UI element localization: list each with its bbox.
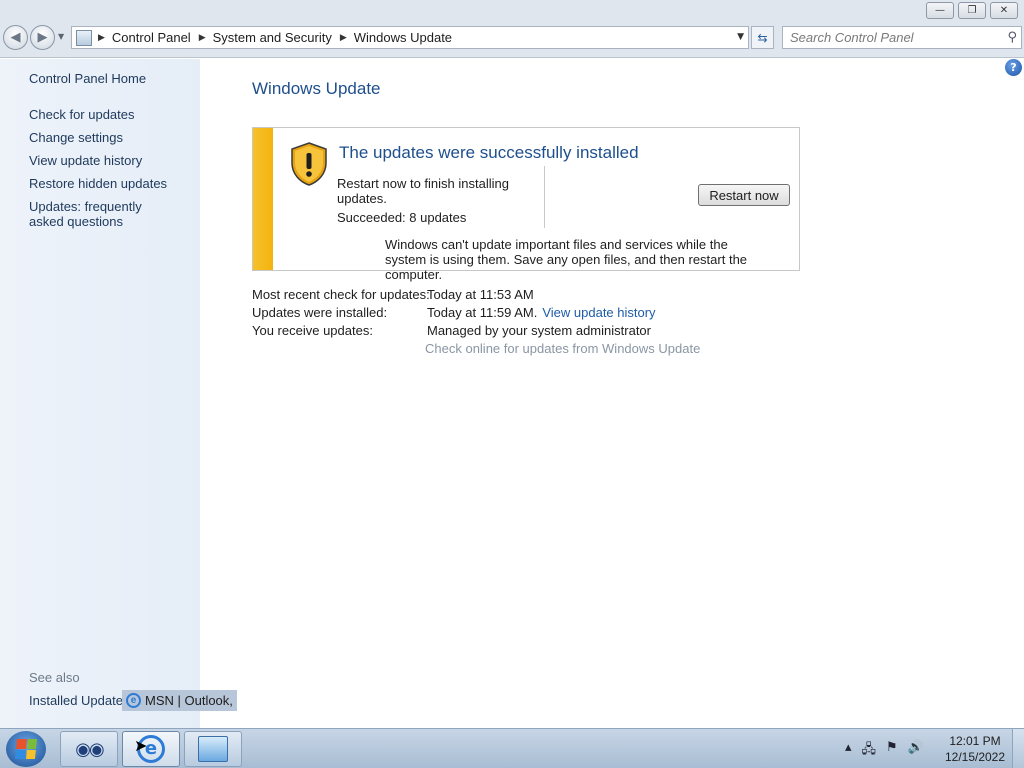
- network-icon[interactable]: 🖧: [862, 740, 877, 762]
- info-label-last-check: Most recent check for updates:: [252, 287, 430, 302]
- refresh-button[interactable]: ⇆: [751, 26, 774, 49]
- info-value-text: Managed by your system administrator: [427, 323, 651, 338]
- back-button[interactable]: ◀: [3, 25, 28, 50]
- system-tray: ▴ 🖧 ⚑ 🔊: [845, 740, 924, 762]
- status-note: Windows can't update important files and…: [385, 237, 748, 282]
- taskbar-control-panel[interactable]: [184, 731, 242, 767]
- see-also-heading: See also: [29, 670, 80, 685]
- recent-pages-dropdown-icon[interactable]: ▼: [58, 32, 64, 41]
- taskbar-tooltip: e MSN | Outlook,: [122, 690, 237, 711]
- info-value-last-check: Today at 11:53 AM: [427, 287, 534, 302]
- restart-now-button[interactable]: Restart now: [698, 184, 790, 206]
- check-online-link: Check online for updates from Windows Up…: [425, 341, 701, 356]
- search-input[interactable]: Search Control Panel ⚲: [782, 26, 1022, 49]
- address-bar[interactable]: ▶ Control Panel ▶ System and Security ▶ …: [71, 26, 749, 49]
- info-value-text: Today at 11:53 AM: [427, 287, 534, 302]
- info-value-text: Today at 11:59 AM.: [427, 305, 538, 320]
- eyes-app-icon: ◉◉: [75, 738, 104, 760]
- tooltip-text: MSN | Outlook,: [145, 693, 233, 708]
- status-heading: The updates were successfully installed: [339, 143, 639, 162]
- info-value-receive: Managed by your system administrator: [427, 323, 651, 338]
- breadcrumb-separator-icon[interactable]: ▶: [199, 33, 206, 43]
- sidebar-item-faq[interactable]: Updates: frequently asked questions: [29, 199, 179, 229]
- breadcrumb-separator-icon[interactable]: ▶: [98, 33, 105, 43]
- show-desktop-button[interactable]: [1012, 729, 1024, 768]
- clock[interactable]: 12:01 PM 12/15/2022: [944, 733, 1006, 765]
- volume-icon[interactable]: 🔊: [908, 740, 924, 762]
- sidebar-item-restore-hidden[interactable]: Restore hidden updates: [29, 176, 167, 191]
- search-placeholder: Search Control Panel: [790, 30, 914, 45]
- breadcrumb-windows-update[interactable]: Windows Update: [354, 30, 452, 45]
- divider: [544, 166, 545, 228]
- page-title: Windows Update: [252, 79, 381, 98]
- help-icon[interactable]: ?: [1005, 59, 1022, 76]
- refresh-icon: ⇆: [757, 30, 768, 45]
- start-button[interactable]: [6, 731, 46, 767]
- control-panel-icon: [76, 29, 92, 46]
- arrow-up-icon[interactable]: ▴: [845, 740, 852, 762]
- sidebar-item-check-updates[interactable]: Check for updates: [29, 107, 135, 122]
- warning-stripe: [253, 128, 273, 270]
- update-status-panel: The updates were successfully installed …: [252, 127, 800, 282]
- view-update-history-link[interactable]: View update history: [542, 305, 655, 320]
- title-bar: — ❐ ✕ ◀ ▶ ▼ ▶ Control Panel ▶ System and…: [0, 0, 1024, 58]
- clock-date: 12/15/2022: [944, 750, 1006, 764]
- close-button[interactable]: ✕: [990, 2, 1018, 19]
- back-arrow-icon: ◀: [10, 30, 21, 45]
- window-controls: — ❐ ✕: [926, 2, 1018, 19]
- status-count: Succeeded: 8 updates: [337, 210, 467, 225]
- breadcrumb-separator-icon[interactable]: ▶: [340, 33, 347, 43]
- search-icon[interactable]: ⚲: [1007, 30, 1017, 45]
- clock-time: 12:01 PM: [949, 734, 1001, 748]
- action-center-icon[interactable]: ⚑: [886, 740, 898, 762]
- taskbar-internet-explorer[interactable]: e: [122, 731, 180, 767]
- address-dropdown-icon[interactable]: ▼: [737, 32, 744, 42]
- forward-arrow-icon: ▶: [37, 30, 48, 45]
- internet-explorer-icon: e: [126, 693, 141, 708]
- sidebar-item-view-history[interactable]: View update history: [29, 153, 142, 168]
- info-label-receive: You receive updates:: [252, 323, 373, 338]
- control-panel-icon: [198, 736, 228, 762]
- breadcrumb-control-panel[interactable]: Control Panel: [112, 30, 191, 45]
- warning-shield-icon: [291, 142, 327, 186]
- forward-button[interactable]: ▶: [30, 25, 55, 50]
- windows-logo-icon: [14, 739, 38, 759]
- mouse-cursor-icon: ➤: [134, 736, 148, 755]
- info-label-installed: Updates were installed:: [252, 305, 388, 320]
- breadcrumb-system-security[interactable]: System and Security: [213, 30, 332, 45]
- status-message: Restart now to finish installing updates…: [337, 176, 509, 206]
- restore-button[interactable]: ❐: [958, 2, 986, 19]
- info-value-installed: Today at 11:59 AM. View update history: [427, 305, 656, 320]
- minimize-button[interactable]: —: [926, 2, 954, 19]
- sidebar-item-home[interactable]: Control Panel Home: [29, 71, 146, 86]
- sidebar-item-change-settings[interactable]: Change settings: [29, 130, 123, 145]
- installed-updates-link[interactable]: Installed Updates: [29, 693, 129, 708]
- taskbar-app-1[interactable]: ◉◉: [60, 731, 118, 767]
